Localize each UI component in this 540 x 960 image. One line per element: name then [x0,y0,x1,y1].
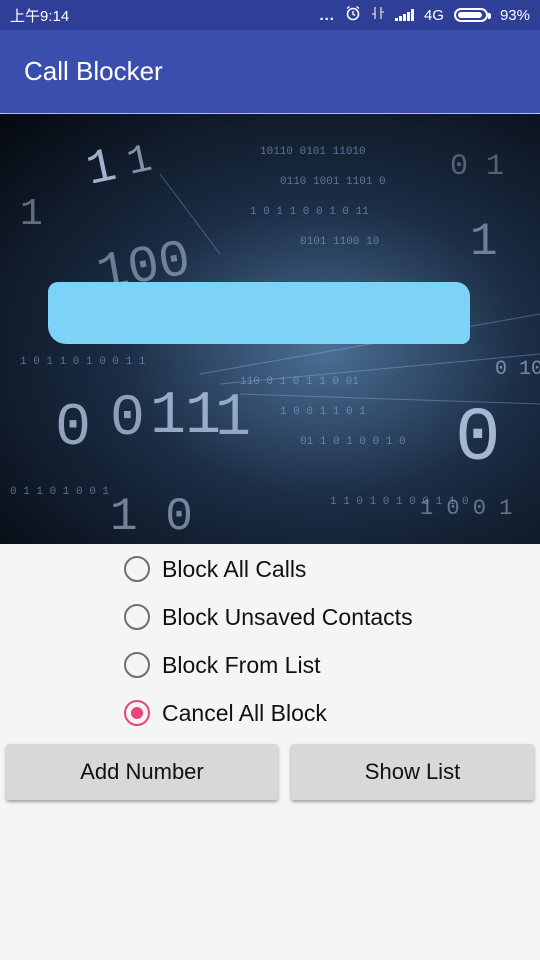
notification-dots: ... [319,6,335,24]
svg-text:1: 1 [82,140,121,199]
signal-icon [394,9,414,21]
svg-text:1: 1 [470,216,498,268]
svg-text:1: 1 [150,383,186,451]
svg-text:0: 0 [455,396,501,482]
battery-percent: 93% [499,6,530,24]
option-cancel-all-block[interactable]: Cancel All Block [124,689,413,737]
option-label: Block All Calls [162,555,307,582]
network-type: 4G [423,6,444,24]
svg-text:1: 1 [20,193,43,236]
status-time: 上午9:14 [10,7,70,25]
option-label: Cancel All Block [162,699,327,726]
battery-icon [453,8,491,22]
alarm-icon [345,5,361,25]
svg-text:0: 0 [55,395,91,463]
option-block-unsaved-contacts[interactable]: Block Unsaved Contacts [124,593,413,641]
status-icons: ... 4G 93% [319,5,530,25]
svg-text:1 1 0 1 0 1 0 0 1 1 0: 1 1 0 1 0 1 0 0 1 1 0 [330,496,469,508]
app-bar: Call Blocker [0,30,540,113]
svg-text:0: 0 [110,387,145,452]
svg-text:01 1 0 1 0 0 1 0: 01 1 0 1 0 0 1 0 [300,436,406,448]
svg-text:1 0 0 1 1 0 1: 1 0 0 1 1 0 1 [280,406,366,418]
option-label: Block Unsaved Contacts [162,603,413,630]
status-bar: 上午9:14 ... 4G 93% [0,0,540,30]
option-label: Block From List [162,651,321,678]
radio-button[interactable] [124,556,150,582]
block-options-group: Block All Calls Block Unsaved Contacts B… [124,545,413,737]
battery-fill [457,12,482,18]
svg-text:0 10: 0 10 [495,358,540,381]
svg-text:1 0 1 1 0 1 0 0 1 1: 1 0 1 1 0 1 0 0 1 1 [20,356,146,368]
svg-text:0 1 1 0 1 0 0 1: 0 1 1 0 1 0 0 1 [10,486,109,498]
show-list-button[interactable]: Show List [291,744,534,800]
redaction-block [48,282,470,344]
svg-text:110 0 1 0 1 1 0 01: 110 0 1 0 1 1 0 01 [240,376,359,388]
banner-image: 1 1 1 100 0 0 1 1 1 0 1 0 1 0 10 1 0 1 0… [0,114,540,544]
svg-text:1 0 1 1 0 0 1 0 11: 1 0 1 1 0 0 1 0 11 [250,206,369,218]
svg-text:0101 1100 10: 0101 1100 10 [300,236,379,248]
svg-text:1: 1 [215,385,251,453]
mute-icon [371,5,385,25]
svg-text:1 0: 1 0 [110,491,193,543]
app-title: Call Blocker [24,56,163,86]
option-block-all-calls[interactable]: Block All Calls [124,545,413,593]
svg-text:0110 1001 1101 0: 0110 1001 1101 0 [280,176,386,188]
radio-button[interactable] [124,700,150,726]
option-block-from-list[interactable]: Block From List [124,641,413,689]
radio-button[interactable] [124,652,150,678]
svg-text:0 1: 0 1 [450,150,504,184]
svg-text:10110 0101 11010: 10110 0101 11010 [260,146,366,158]
radio-button[interactable] [124,604,150,630]
svg-text:1: 1 [123,138,156,187]
add-number-button[interactable]: Add Number [6,744,278,800]
